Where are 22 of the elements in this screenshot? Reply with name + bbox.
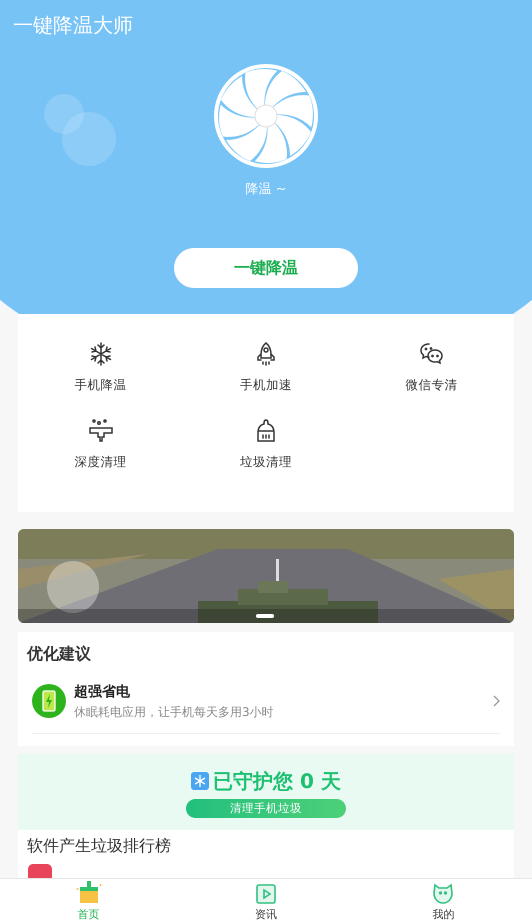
snowflake-icon bbox=[191, 772, 210, 790]
protect-headline: 已守护您 0 天 bbox=[213, 768, 341, 794]
tool-button[interactable]: 垃圾清理 bbox=[183, 417, 349, 472]
tab-bar-item[interactable]: 我的 bbox=[354, 879, 532, 924]
tab-bar-item[interactable]: 资讯 bbox=[177, 879, 355, 924]
section-title: 软件产生垃圾排行榜 bbox=[27, 834, 172, 856]
tool-button[interactable]: 手机加速 bbox=[183, 340, 349, 394]
video-icon bbox=[254, 883, 277, 905]
app-title: 一键降温大师 bbox=[13, 13, 133, 37]
fan-caption: 降温 ~ bbox=[245, 181, 287, 199]
suggestion-title: 超强省电 bbox=[74, 682, 131, 702]
suggestion-item[interactable]: 超强省电 休眠耗电应用，让手机每天多用3小时 bbox=[32, 682, 500, 734]
tool-button[interactable]: 手机降温 bbox=[18, 340, 184, 394]
battery-icon bbox=[32, 684, 66, 718]
section-title: 优化建议 bbox=[26, 642, 92, 664]
cat-face-icon bbox=[431, 881, 456, 905]
suggestion-subtitle: 休眠耗电应用，让手机每天多用3小时 bbox=[74, 704, 275, 720]
tool-button[interactable]: 微信专清 bbox=[348, 340, 514, 394]
chevron-right-icon bbox=[492, 695, 500, 707]
fan-icon bbox=[212, 62, 320, 170]
broom-bucket-icon bbox=[76, 879, 102, 905]
tool-button[interactable]: 深度清理 bbox=[18, 417, 184, 472]
